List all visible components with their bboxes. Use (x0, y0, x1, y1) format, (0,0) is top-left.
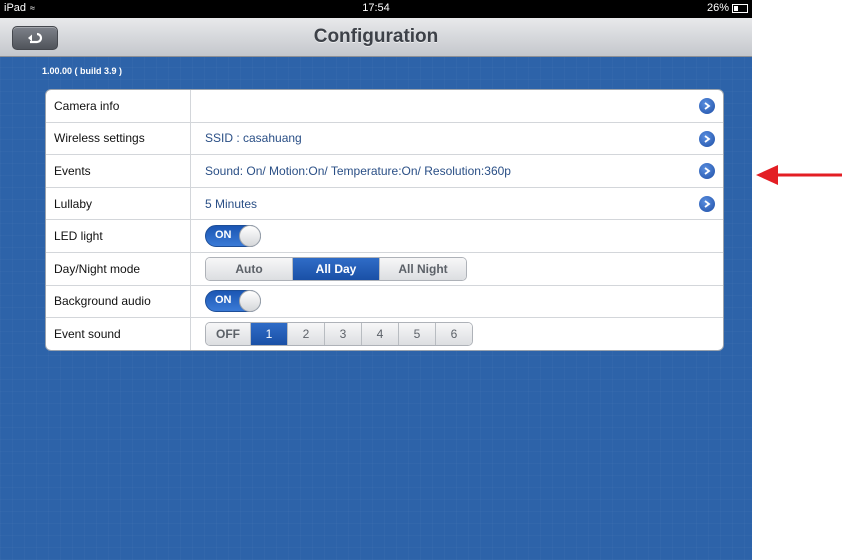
settings-table: Camera info Wireless settings SSID : cas… (45, 89, 724, 351)
status-bar: iPad ≈ 17:54 26% (0, 0, 752, 18)
segment-all-day[interactable]: All Day (293, 257, 380, 280)
row-label: Lullaby (46, 187, 191, 220)
row-wireless-settings[interactable]: Wireless settings SSID : casahuang (46, 122, 723, 156)
row-led-light: LED light ON (46, 220, 723, 253)
segment-3[interactable]: 3 (325, 322, 362, 345)
toggle-knob (239, 225, 261, 248)
row-value: 5 Minutes (205, 196, 258, 211)
chevron-right-circle-icon[interactable] (699, 195, 715, 212)
background-audio-toggle[interactable]: ON (205, 290, 261, 313)
ipad-screen: iPad ≈ 17:54 26% Configuration 1.00.00 ( … (0, 0, 752, 560)
battery-level: 26% (706, 2, 729, 14)
segment-all-night[interactable]: All Night (380, 257, 466, 280)
segment-4[interactable]: 4 (362, 322, 399, 345)
segment-1[interactable]: 1 (251, 322, 288, 345)
row-event-sound: Event sound OFF 1 2 3 4 5 6 (46, 318, 723, 350)
row-value: SSID : casahuang (205, 131, 302, 146)
row-label: Event sound (46, 318, 191, 350)
row-value (191, 90, 723, 122)
battery-icon (732, 3, 748, 13)
event-sound-segmented-control: OFF 1 2 3 4 5 6 (205, 321, 473, 346)
segment-6[interactable]: 6 (436, 322, 472, 345)
segment-off[interactable]: OFF (206, 322, 251, 345)
segment-2[interactable]: 2 (288, 322, 325, 345)
toggle-label: ON (215, 229, 232, 242)
led-light-toggle[interactable]: ON (205, 225, 261, 248)
segment-auto[interactable]: Auto (206, 257, 293, 280)
toggle-knob (239, 290, 261, 313)
navigation-bar: Configuration (0, 18, 752, 57)
row-value: Sound: On/ Motion:On/ Temperature:On/ Re… (205, 163, 511, 178)
chevron-right-circle-icon[interactable] (699, 98, 715, 114)
row-label: Background audio (46, 285, 191, 318)
row-label: Events (46, 155, 191, 187)
row-background-audio: Background audio ON (46, 285, 723, 319)
chevron-right-circle-icon[interactable] (699, 130, 715, 147)
row-lullaby[interactable]: Lullaby 5 Minutes (46, 187, 723, 221)
status-time: 17:54 (362, 2, 390, 14)
row-label: LED light (46, 220, 191, 252)
row-label: Day/Night mode (46, 252, 191, 285)
day-night-segmented-control: Auto All Day All Night (205, 256, 467, 281)
app-version: 1.00.00 ( build 3.9 ) (42, 66, 123, 76)
row-label: Wireless settings (46, 122, 191, 155)
toggle-label: ON (215, 294, 232, 307)
row-label: Camera info (46, 90, 191, 122)
row-camera-info[interactable]: Camera info (46, 90, 723, 123)
back-arrow-icon (28, 32, 43, 44)
row-events[interactable]: Events Sound: On/ Motion:On/ Temperature… (46, 155, 723, 188)
page-title: Configuration (313, 26, 439, 47)
segment-5[interactable]: 5 (399, 322, 436, 345)
red-arrow-icon (756, 165, 842, 185)
back-button[interactable] (12, 26, 58, 50)
row-day-night-mode: Day/Night mode Auto All Day All Night (46, 252, 723, 286)
